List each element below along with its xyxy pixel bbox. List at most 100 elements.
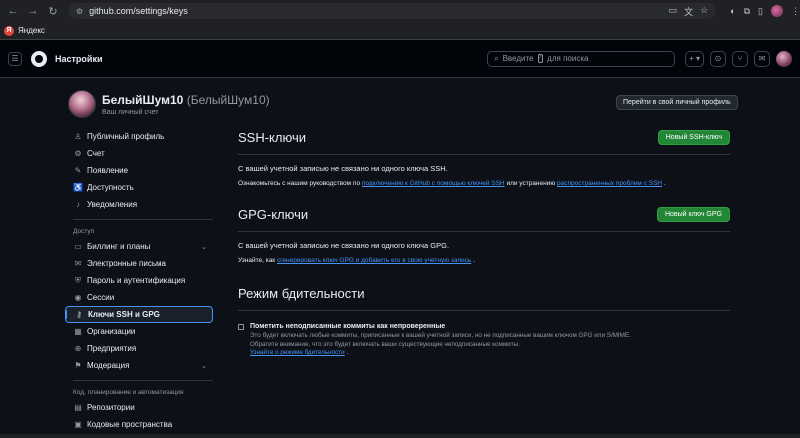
accessibility-icon: ♿ [73,183,83,192]
section-divider [238,310,730,311]
sidebar-item-emails[interactable]: ✉ Электронные письма [65,255,213,272]
user-avatar[interactable] [776,50,792,67]
ssh-help-prefix: Ознакомьтесь с нашим руководством по [238,180,361,187]
sidebar-item-billing[interactable]: ▭ Биллинг и планы ⌄ [65,238,213,255]
ssh-empty-text: С вашей учетной записью не связано ни од… [238,164,448,173]
chevron-down-icon: ⌄ [201,243,207,251]
sidebar-item-public-profile[interactable]: ♙ Публичный профиль [65,128,213,145]
section-divider [238,154,730,155]
profile-avatar[interactable] [68,90,96,118]
bookmark-yandex[interactable]: Яндекс [18,26,45,35]
bell-icon: ♪ [76,200,80,209]
github-logo-icon[interactable] [31,50,47,67]
extension-color-icon[interactable]: ◐ [730,6,735,16]
sidebar-item-label: Репозитории [87,403,135,412]
inbox-icon[interactable]: ✉ [754,50,770,67]
gpg-empty-text: С вашей учетной записью не связано ни од… [238,241,450,250]
sidepanel-icon[interactable]: ▯ [758,6,763,17]
goto-profile-button[interactable]: Перейти в свой личный профиль [616,95,738,110]
pull-requests-icon[interactable]: ⑂ [732,50,748,67]
extensions-icon[interactable]: ⧉ [744,6,750,17]
section-divider [238,231,730,232]
sidebar-item-label: Кодовые пространства [87,420,173,429]
mail-icon: ✉ [74,259,82,268]
reload-icon[interactable]: ↻ [46,5,60,18]
vigilant-checkbox[interactable] [238,324,244,330]
create-new-button[interactable]: + ▾ [685,50,704,67]
sidebar-item-label: Пароль и аутентификация [87,276,186,285]
sidebar-item-moderation[interactable]: ⚑ Модерация ⌄ [65,357,213,374]
broadcast-icon: ◉ [74,293,82,302]
sidebar-item-sessions[interactable]: ◉ Сессии [65,289,213,306]
search-input[interactable]: ⌕ Введите / для поиска [487,50,676,67]
issues-icon[interactable]: ⊙ [710,50,726,67]
profile-name[interactable]: БелыйШум10 [102,93,183,107]
ssh-section-header: SSH-ключи Новый SSH-ключ [238,126,730,148]
sidebar-heading-access: Доступ [73,227,95,235]
bookmark-star-icon[interactable]: ☆ [700,5,708,18]
sidebar-item-label: Доступность [87,183,134,192]
url-text: github.com/settings/keys [89,6,188,16]
sidebar-item-codespaces[interactable]: ▣ Кодовые пространства [65,416,213,433]
sidebar-item-organizations[interactable]: ▦ Организации [65,323,213,340]
back-icon[interactable]: ← [6,5,20,17]
sidebar-divider [73,219,213,220]
profile-subtitle: Ваш личный счет [102,108,159,116]
sidebar-item-password[interactable]: ⛨ Пароль и аутентификация [65,272,213,289]
vigilant-desc-1: Это будет включать любые коммиты, припис… [250,332,631,339]
search-icon: ⌕ [494,53,499,63]
window-bottom-edge [0,434,800,438]
ssh-help-suffix: . [663,180,666,187]
search-shortcut-key: / [537,54,544,63]
sidebar-item-notifications[interactable]: ♪ Уведомления [65,196,213,213]
globe-icon: ⊕ [74,344,82,353]
vigilant-checkbox-label[interactable]: Пометить неподписанные коммиты как непро… [250,323,631,330]
shield-lock-icon: ⛨ [75,275,81,285]
codespaces-icon: ▣ [74,420,82,429]
search-placeholder-before: Введите [502,54,534,63]
bookmarks-bar: Я Яндекс [0,22,800,40]
vigilant-learn-link[interactable]: Узнайте о режиме бдительности [250,349,345,356]
vigilant-option: Пометить неподписанные коммиты как непро… [238,323,730,358]
chevron-down-icon: ⌄ [201,362,207,370]
ssh-help-text: Ознакомьтесь с нашим руководством по под… [238,180,730,187]
vigilant-desc-2: Обратите внимание, что это будет включат… [250,340,520,348]
menu-icon[interactable]: ☰ [8,51,22,66]
settings-sidebar: ♙ Публичный профиль ⚙ Счет ✎ Появление ♿ Дос… [65,128,213,433]
site-info-icon[interactable]: ⚙ [76,7,83,16]
sidebar-item-repositories[interactable]: ▤ Репозитории [65,399,213,416]
sidebar-item-account[interactable]: ⚙ Счет [65,145,213,162]
new-gpg-key-button[interactable]: Новый ключ GPG [656,206,730,222]
browser-menu-icon[interactable]: ⋮ [791,6,800,17]
sidebar-item-label: Ключи SSH и GPG [88,310,160,319]
gpg-help-text: Узнайте, как сгенерировать ключ GPG и до… [238,257,730,264]
sidebar-item-label: Модерация [87,361,130,370]
sidebar-item-label: Счет [87,149,105,158]
organization-icon: ▦ [74,327,82,336]
gpg-section-header: GPG-ключи Новый ключ GPG [238,203,730,225]
ssh-title: SSH-ключи [238,129,306,145]
browser-profile-avatar[interactable] [771,5,783,17]
gpg-guide-link[interactable]: сгенерировать ключ GPG и добавить его в … [277,257,471,264]
sidebar-item-appearance[interactable]: ✎ Появление [65,162,213,179]
person-icon: ♙ [74,132,82,141]
sidebar-item-label: Предприятия [87,344,137,353]
sidebar-item-enterprises[interactable]: ⊕ Предприятия [65,340,213,357]
profile-login: (БелыйШум10) [186,92,270,107]
ssh-guide-link[interactable]: подключению к GitHub с помощью ключей SS… [362,180,505,187]
ssh-help-mid: или устранению [506,180,556,187]
key-icon: ⚷ [76,310,82,319]
forward-icon[interactable]: → [26,5,40,17]
page-title: Настройки [55,53,103,64]
browser-toolbar: ← → ↻ ⚙ github.com/settings/keys ▭ 文 ☆ ◐… [0,0,800,22]
sidebar-item-label: Биллинг и планы [87,242,151,251]
sidebar-item-accessibility[interactable]: ♿ Доступность [65,179,213,196]
sidebar-divider [73,380,213,381]
sidebar-item-ssh-gpg-keys[interactable]: ⚷ Ключи SSH и GPG [65,306,213,323]
sidebar-item-label: Публичный профиль [87,132,165,141]
address-bar[interactable]: ⚙ github.com/settings/keys ▭ 文 ☆ [68,3,717,19]
ssh-troubleshoot-link[interactable]: распространенных проблем с SSH [557,180,662,187]
screen-cast-icon[interactable]: ▭ [669,5,678,18]
translate-icon[interactable]: 文 [684,5,693,18]
new-ssh-key-button[interactable]: Новый SSH-ключ [657,129,730,145]
